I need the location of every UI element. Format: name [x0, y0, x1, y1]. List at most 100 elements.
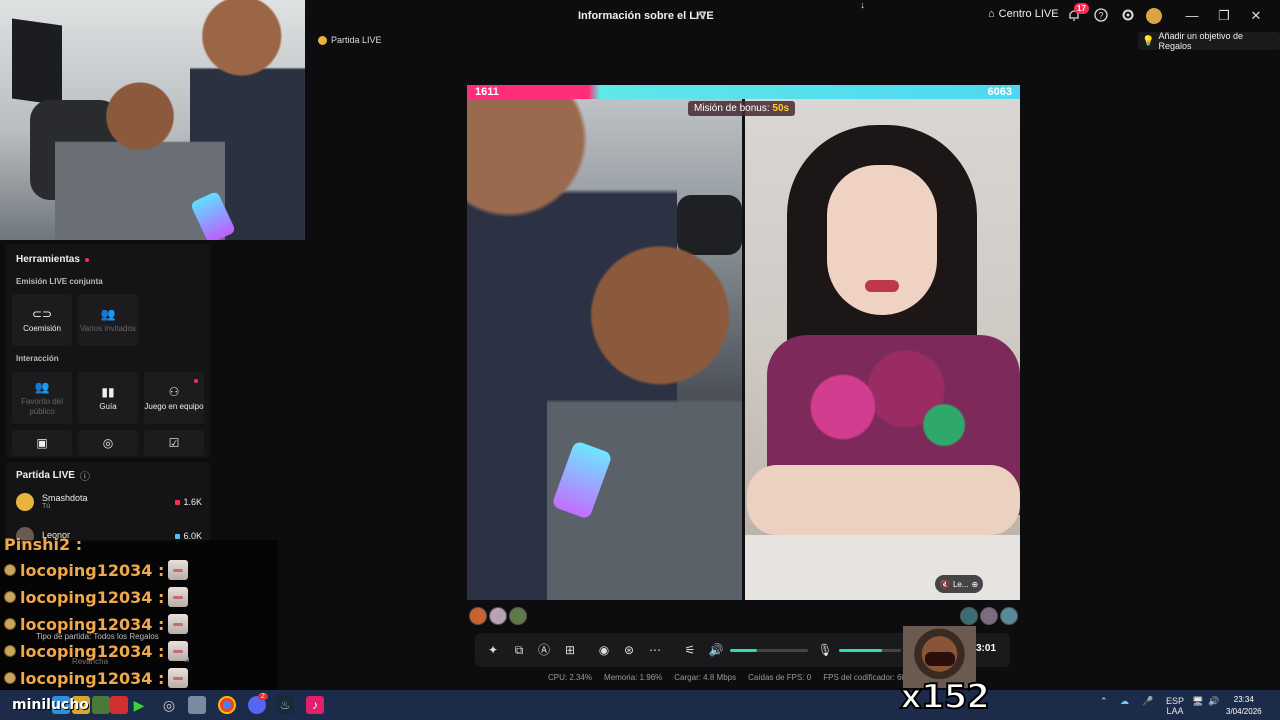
volume-slider[interactable]: [730, 649, 808, 652]
supporter-avatar[interactable]: [960, 607, 978, 625]
speaker-icon[interactable]: 🔊: [708, 642, 724, 658]
cat-emote-icon: [168, 614, 189, 634]
multi-guest-button[interactable]: 👥 Varios invitados: [78, 294, 138, 346]
player-score: 1.6K: [183, 497, 202, 507]
xbox-icon[interactable]: ◎: [160, 696, 178, 714]
add-media-icon[interactable]: ⊞: [562, 642, 578, 658]
tools-title: Herramientas: [16, 254, 80, 265]
chat-line: Pinshi2 :: [4, 532, 82, 556]
bonus-label: Misión de bonus:: [694, 103, 770, 114]
app-icon[interactable]: [92, 696, 110, 714]
add-gift-goal-button[interactable]: 💡 Añadir un objetivo de Regalos: [1138, 31, 1280, 51]
joint-live-section-title: Emisión LIVE conjunta: [16, 277, 103, 286]
centro-live-button[interactable]: ⌂ Centro LIVE: [988, 8, 1059, 20]
live-timer: 3:01: [976, 643, 997, 654]
share-icon[interactable]: [693, 9, 707, 23]
network-icon[interactable]: 🖥: [1192, 696, 1203, 707]
maximize-button[interactable]: ❐: [1214, 6, 1234, 26]
badge-icon: [4, 591, 16, 603]
overlay-username: minilucho: [12, 697, 89, 713]
rematch-button[interactable]: Revancha: [72, 657, 108, 666]
player-row[interactable]: Smashdota Tú 1.6K: [16, 490, 202, 514]
opponent-tag-label: Le...: [952, 579, 969, 589]
player-name: Smashdota: [42, 492, 88, 503]
box-icon: ▣: [36, 435, 48, 450]
magic-wand-icon[interactable]: ✦: [485, 642, 501, 658]
chat-line: locoping12034 :: [4, 558, 189, 582]
guide-button[interactable]: ▮▮ Guía: [78, 372, 138, 424]
cpu-stat: CPU: 2.34%: [548, 673, 593, 682]
tool-item-row3-1[interactable]: ▣: [12, 430, 72, 456]
partida-title: Partida LIVE: [16, 470, 75, 481]
info-icon[interactable]: ⓘ: [80, 468, 90, 483]
add-icon[interactable]: ⊕: [972, 580, 979, 589]
chat-username: locoping12034 :: [20, 614, 165, 634]
settings-gear-icon[interactable]: [1120, 8, 1136, 24]
tiktok-live-icon[interactable]: ♪: [306, 696, 324, 714]
check-icon: ☑: [168, 435, 180, 450]
opponent-face: [827, 165, 937, 315]
app-x-icon[interactable]: [110, 696, 128, 714]
player-sub: Tú: [42, 503, 51, 511]
supporter-avatar[interactable]: [509, 607, 527, 625]
audience-favorite-button[interactable]: 👥 Favorito del público: [12, 372, 72, 424]
clock[interactable]: 23:34 3/04/2026: [1226, 694, 1262, 718]
mic-slider[interactable]: [839, 649, 901, 652]
tool-item-row3-3[interactable]: ☑: [144, 430, 204, 456]
opponent-lips: [865, 280, 899, 292]
supporter-avatar[interactable]: [469, 607, 487, 625]
cloud-icon[interactable]: ☁: [1120, 696, 1129, 707]
coin-icon: [318, 35, 327, 45]
close-button[interactable]: ✕: [1246, 6, 1266, 26]
supporter-avatar[interactable]: [489, 607, 507, 625]
opponent-arm: [747, 465, 1020, 535]
tray-chevron-icon[interactable]: ⌃: [1100, 696, 1108, 707]
minimize-button[interactable]: —: [1182, 6, 1202, 26]
camera-effects-icon[interactable]: ⊛: [621, 642, 637, 658]
book-icon: ▮▮: [101, 384, 115, 399]
ai-icon[interactable]: Ⓐ: [536, 642, 552, 658]
new-dot: [194, 379, 198, 383]
play-icon[interactable]: ▶: [130, 696, 148, 714]
clock-date: 3/04/2026: [1226, 707, 1262, 716]
coemision-button[interactable]: ⊂⊃ Coemisión: [12, 294, 72, 346]
help-icon[interactable]: ?: [1093, 8, 1109, 24]
partida-live-pill[interactable]: Partida LIVE: [318, 32, 382, 48]
steam-icon[interactable]: ♨: [276, 696, 294, 714]
supporter-avatar[interactable]: [1000, 607, 1018, 625]
mute-icon[interactable]: 🔇: [940, 580, 950, 589]
link-icon: ⊂⊃: [31, 306, 53, 321]
more-options-icon[interactable]: ⋯: [647, 642, 663, 658]
opponent-tag[interactable]: 🔇 Le... ⊕: [935, 575, 984, 593]
profile-avatar[interactable]: [1146, 8, 1162, 24]
battle-stage: 1611 6063 Misión de bonus: 50s 🔇 Le... ⊕: [467, 85, 1020, 600]
battle-score-bar: [467, 85, 1020, 99]
team-icon: ⚇: [168, 384, 180, 399]
chrome-icon[interactable]: [218, 696, 236, 714]
target-icon: ◎: [102, 435, 114, 450]
adjust-sliders-icon[interactable]: ⚟: [682, 642, 698, 658]
tray-mic-icon[interactable]: 🎤: [1142, 696, 1153, 707]
upload-stat: Cargar: 4.8 Mbps: [674, 673, 737, 682]
avatar: [16, 493, 34, 511]
blue-team-icon: [175, 533, 181, 539]
exit-icon[interactable]: ⇥: [180, 653, 189, 666]
svg-text:?: ?: [1099, 11, 1104, 21]
language-indicator[interactable]: ESP LAA: [1164, 696, 1186, 717]
centro-live-label: Centro LIVE: [998, 8, 1059, 20]
microphone-icon[interactable]: 🎙: [817, 642, 833, 658]
meme-mouth: [925, 652, 955, 666]
bonus-mission-timer: Misión de bonus: 50s: [688, 101, 796, 116]
memory-stat: Memoria: 1.96%: [604, 673, 663, 682]
discord-badge: 2: [258, 693, 268, 700]
photos-icon[interactable]: [188, 696, 206, 714]
host-person-seated: [547, 235, 742, 600]
volume-icon[interactable]: 🔊: [1208, 696, 1219, 707]
supporter-avatar[interactable]: [980, 607, 998, 625]
fps-drop-stat: Caídas de FPS: 0: [748, 673, 812, 682]
record-icon[interactable]: ◉: [596, 642, 612, 658]
interaction-section-title: Interacción: [16, 354, 59, 363]
cat-emote-icon: [168, 668, 189, 688]
tool-item-row3-2[interactable]: ◎: [78, 430, 138, 456]
screen-share-icon[interactable]: ⧉: [511, 642, 527, 658]
